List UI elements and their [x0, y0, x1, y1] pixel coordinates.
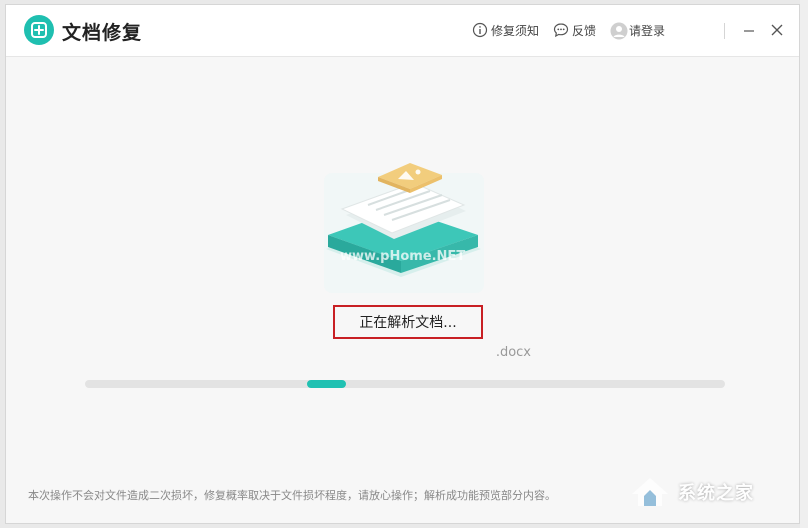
user-avatar-icon	[610, 22, 628, 40]
house-logo-icon	[632, 478, 668, 506]
footer-note: 本次操作不会对文件造成二次损坏，修复概率取决于文件损坏程度，请放心操作；解析成功…	[28, 489, 556, 502]
progress-bar	[85, 380, 725, 388]
minimize-button[interactable]	[740, 21, 758, 39]
close-button[interactable]	[768, 21, 786, 39]
app-window: 文档修复 修复须知 反馈 请登录 www.pHome.NET 正在解析文档...…	[5, 4, 800, 524]
close-icon	[771, 24, 783, 36]
feedback-label: 反馈	[572, 23, 597, 38]
parsing-status: 正在解析文档...	[333, 305, 483, 339]
app-title: 文档修复	[62, 22, 143, 44]
document-repair-icon	[24, 15, 54, 45]
chat-bubble-icon	[553, 22, 569, 38]
hero-watermark-text: www.pHome.NET	[340, 249, 466, 264]
watermark-text: 系统之家	[678, 483, 754, 504]
repair-notice-button[interactable]: 修复须知	[472, 22, 539, 39]
login-button[interactable]: 请登录	[610, 22, 666, 40]
progress-fill	[307, 380, 347, 388]
title-bar: 文档修复 修复须知 反馈 请登录	[6, 5, 799, 57]
header-divider	[724, 23, 725, 39]
document-stack-illustration: www.pHome.NET	[306, 153, 496, 303]
login-label: 请登录	[629, 23, 666, 38]
info-icon	[472, 22, 488, 38]
header-actions: 修复须知 反馈 请登录	[472, 19, 679, 41]
page-edge	[800, 0, 808, 528]
file-name: .docx	[495, 345, 531, 360]
feedback-button[interactable]: 反馈	[553, 22, 596, 39]
minimize-icon	[744, 30, 754, 32]
site-watermark: 系统之家	[628, 470, 792, 514]
repair-notice-label: 修复须知	[491, 23, 540, 38]
